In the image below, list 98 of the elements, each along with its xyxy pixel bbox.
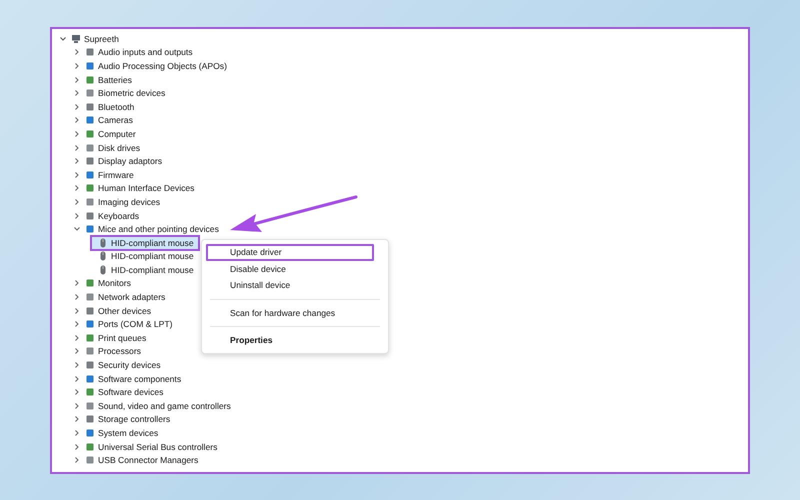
chevron-icon[interactable]	[73, 62, 81, 70]
menu-item[interactable]: Update driver	[206, 244, 374, 260]
tree-item[interactable]: Universal Serial Bus controllers	[98, 442, 218, 452]
device-icon	[85, 292, 95, 302]
chevron-icon[interactable]	[59, 34, 67, 43]
device-icon	[85, 278, 95, 288]
chevron-icon[interactable]	[73, 347, 81, 356]
device-icon	[85, 210, 95, 221]
device-icon	[85, 374, 95, 384]
device-icon	[85, 400, 95, 411]
chevron-icon[interactable]	[73, 198, 81, 206]
chevron-icon[interactable]	[73, 89, 81, 98]
computer-icon	[71, 34, 81, 44]
chevron-icon[interactable]	[73, 402, 81, 410]
tree-item[interactable]: Display adaptors	[98, 156, 162, 166]
tree-item[interactable]: Firmware	[98, 170, 134, 180]
device-icon	[85, 142, 95, 153]
tree-item[interactable]: Security devices	[98, 360, 161, 370]
device-icon	[85, 115, 95, 126]
chevron-icon[interactable]	[73, 374, 81, 383]
device-icon	[85, 196, 95, 207]
device-icon	[85, 88, 95, 98]
device-icon	[85, 332, 95, 343]
tree-item[interactable]: HID-compliant mouse	[90, 263, 200, 276]
chevron-icon[interactable]	[73, 157, 81, 166]
menu-item[interactable]: Uninstall device	[206, 277, 384, 294]
tree-item[interactable]: System devices	[98, 428, 158, 438]
chevron-icon[interactable]	[73, 415, 81, 424]
tree-item[interactable]: Cameras	[98, 115, 133, 126]
chevron-icon[interactable]	[73, 116, 81, 124]
device-icon	[85, 319, 95, 330]
device-icon	[85, 128, 95, 139]
device-icon	[85, 346, 95, 356]
tree-item[interactable]: Ports (COM & LPT)	[98, 319, 172, 330]
tree-item[interactable]: HID-compliant mouse	[90, 234, 200, 251]
device-icon	[85, 224, 95, 234]
tree-item[interactable]: Other devices	[98, 306, 152, 316]
chevron-icon[interactable]	[73, 388, 81, 396]
chevron-icon[interactable]	[73, 76, 81, 84]
device-icon	[85, 60, 95, 71]
mouse-icon	[98, 264, 108, 275]
chevron-icon[interactable]	[73, 184, 81, 192]
chevron-icon[interactable]	[73, 429, 81, 438]
tree-item[interactable]: Supreeth	[84, 34, 119, 44]
tree-item[interactable]: Keyboards	[98, 210, 140, 221]
chevron-icon[interactable]	[73, 456, 81, 464]
tree-item[interactable]: Biometric devices	[98, 88, 166, 98]
tree-item[interactable]: Disk drives	[98, 142, 140, 153]
device-icon	[85, 360, 95, 370]
menu-item[interactable]: Scan for hardware changes	[206, 304, 384, 321]
chevron-icon[interactable]	[73, 334, 81, 342]
tree-item[interactable]: Sound, video and game controllers	[98, 400, 231, 411]
tree-item[interactable]: Bluetooth	[98, 102, 134, 112]
tree-item[interactable]: Print queues	[98, 332, 146, 343]
device-icon	[85, 455, 95, 466]
tree-item[interactable]: Batteries	[98, 74, 132, 85]
chevron-icon[interactable]	[73, 144, 81, 152]
tree-item[interactable]: HID-compliant mouse	[90, 250, 200, 263]
tree-item[interactable]: Monitors	[98, 278, 131, 288]
tree-item[interactable]: Network adapters	[98, 292, 166, 302]
chevron-icon[interactable]	[73, 442, 81, 451]
chevron-icon[interactable]	[73, 170, 81, 179]
chevron-icon[interactable]	[73, 48, 81, 56]
mouse-icon	[98, 238, 108, 248]
tree-item[interactable]: USB Connector Managers	[98, 455, 198, 466]
chevron-icon[interactable]	[73, 212, 81, 220]
device-icon	[85, 74, 95, 85]
tree-item[interactable]: Audio Processing Objects (APOs)	[98, 60, 227, 71]
device-icon	[85, 442, 95, 452]
device-icon	[85, 156, 95, 166]
device-icon	[85, 102, 95, 112]
tree-item[interactable]: Audio inputs and outputs	[98, 47, 193, 58]
chevron-icon[interactable]	[73, 361, 81, 370]
tree-item[interactable]: Imaging devices	[98, 196, 160, 207]
tree-item[interactable]: Mice and other pointing devices	[98, 224, 219, 234]
chevron-icon[interactable]	[73, 306, 81, 315]
tree-item[interactable]: Computer	[98, 128, 136, 139]
chevron-icon[interactable]	[73, 320, 81, 328]
tree-item[interactable]: Storage controllers	[98, 414, 170, 424]
device-icon	[85, 428, 95, 438]
menu-item[interactable]: Properties	[206, 332, 384, 348]
chevron-icon[interactable]	[73, 293, 81, 302]
tree-item[interactable]: Software components	[98, 374, 182, 384]
mouse-icon	[98, 251, 108, 262]
device-icon	[85, 183, 95, 194]
device-icon	[85, 306, 95, 316]
chevron-icon[interactable]	[73, 130, 81, 138]
chevron-icon[interactable]	[73, 225, 81, 234]
tree-item[interactable]: Human Interface Devices	[98, 183, 194, 194]
chevron-icon[interactable]	[73, 102, 81, 111]
device-icon	[85, 170, 95, 180]
device-icon	[85, 387, 95, 398]
chevron-icon[interactable]	[73, 279, 81, 288]
menu-item[interactable]: Disable device	[206, 260, 384, 277]
tree-item[interactable]: Software devices	[98, 387, 164, 398]
device-icon	[85, 47, 95, 58]
device-icon	[85, 414, 95, 424]
tree-item[interactable]: Processors	[98, 346, 141, 356]
